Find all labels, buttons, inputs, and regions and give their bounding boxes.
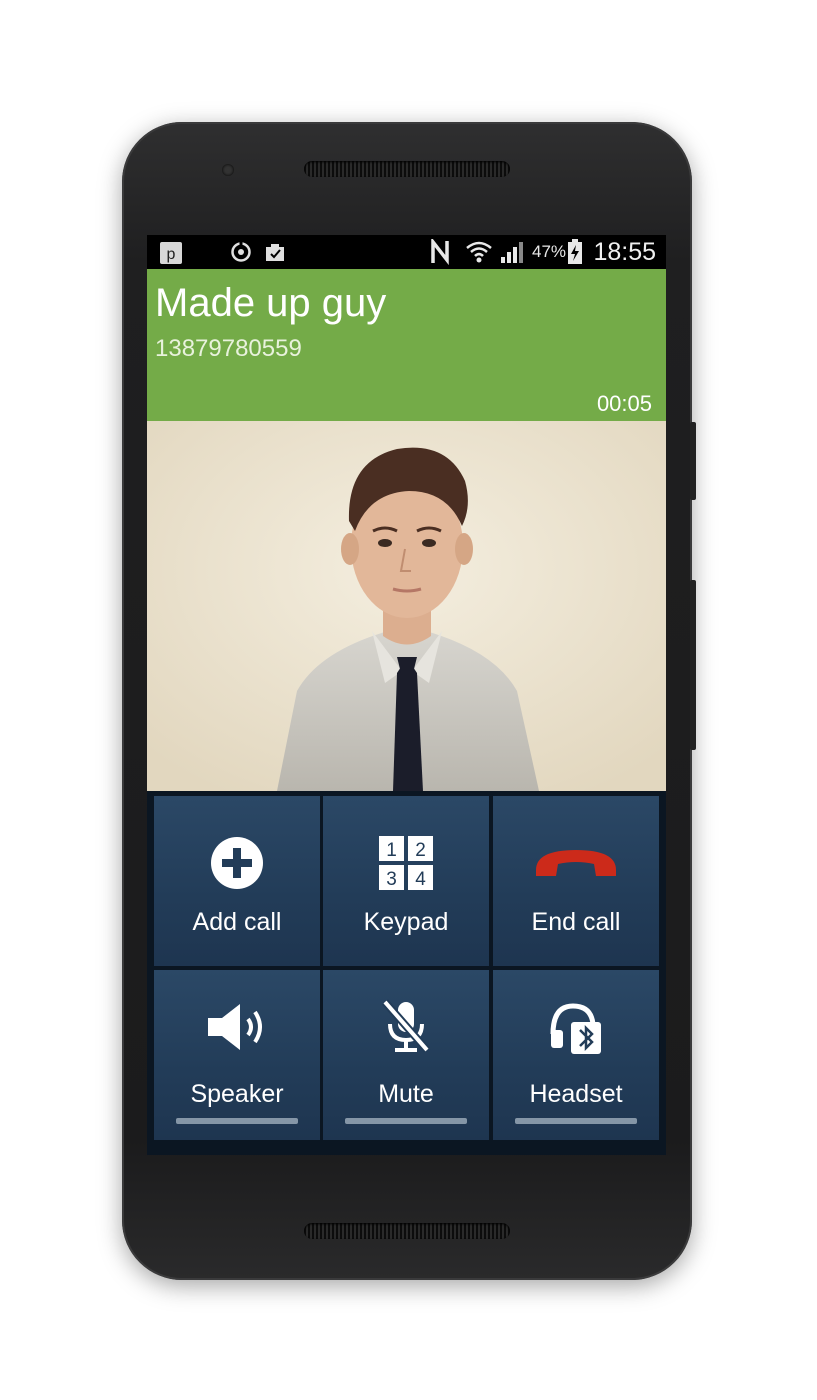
- nfc-icon: [429, 236, 453, 270]
- status-bar: p 47% 18:55: [147, 235, 666, 269]
- notification-p-icon: p: [159, 241, 183, 270]
- svg-text:p: p: [167, 246, 176, 263]
- volume-button: [690, 422, 696, 500]
- battery-icon: [567, 239, 583, 270]
- mute-button[interactable]: Mute: [323, 970, 489, 1140]
- headset-label: Headset: [529, 1080, 623, 1108]
- call-actions-grid: Add call 1 2 3 4 Keypad End call Speaker…: [147, 791, 666, 1155]
- headset-toggle-indicator: [515, 1118, 637, 1124]
- add-call-button[interactable]: Add call: [154, 796, 320, 966]
- call-duration: 00:05: [596, 391, 652, 416]
- speaker-button[interactable]: Speaker: [154, 970, 320, 1140]
- top-speaker-grille: [304, 161, 510, 177]
- speaker-icon: [206, 1002, 268, 1057]
- keypad-icon: 1 2 3 4: [379, 836, 433, 895]
- bottom-speaker-grille: [304, 1223, 510, 1239]
- speaker-toggle-indicator: [176, 1118, 298, 1124]
- keypad-digit: 2: [415, 840, 426, 861]
- mute-mic-icon: [381, 998, 431, 1061]
- front-camera: [222, 164, 234, 176]
- keypad-button[interactable]: 1 2 3 4 Keypad: [323, 796, 489, 966]
- clock: 18:55: [593, 238, 656, 266]
- add-circle-icon: [210, 836, 264, 895]
- caller-photo: [147, 421, 666, 791]
- bluetooth-headset-icon: [547, 1000, 605, 1061]
- mute-label: Mute: [378, 1080, 434, 1108]
- clipboard-check-icon: [263, 240, 287, 269]
- headset-button[interactable]: Headset: [493, 970, 659, 1140]
- end-call-button[interactable]: End call: [493, 796, 659, 966]
- speaker-label: Speaker: [190, 1080, 284, 1108]
- caller-header: Made up guy 13879780559 00:05: [147, 269, 666, 421]
- end-call-icon: [532, 844, 620, 883]
- screen: p 47% 18:55 Made up guy 13879780559 00:0…: [147, 235, 666, 1155]
- keypad-digit: 3: [386, 869, 397, 890]
- mute-toggle-indicator: [345, 1118, 467, 1124]
- keypad-digit: 4: [415, 869, 426, 890]
- signal-icon: [499, 240, 525, 269]
- wifi-icon: [465, 239, 493, 270]
- battery-percent: 47%: [532, 242, 567, 261]
- add-call-label: Add call: [192, 908, 282, 936]
- caller-number: 13879780559: [155, 335, 302, 362]
- end-call-label: End call: [531, 908, 621, 936]
- caller-name: Made up guy: [155, 281, 387, 325]
- power-button: [690, 580, 696, 750]
- keypad-digit: 1: [386, 840, 397, 861]
- keypad-label: Keypad: [363, 908, 449, 936]
- sync-icon: [229, 240, 253, 269]
